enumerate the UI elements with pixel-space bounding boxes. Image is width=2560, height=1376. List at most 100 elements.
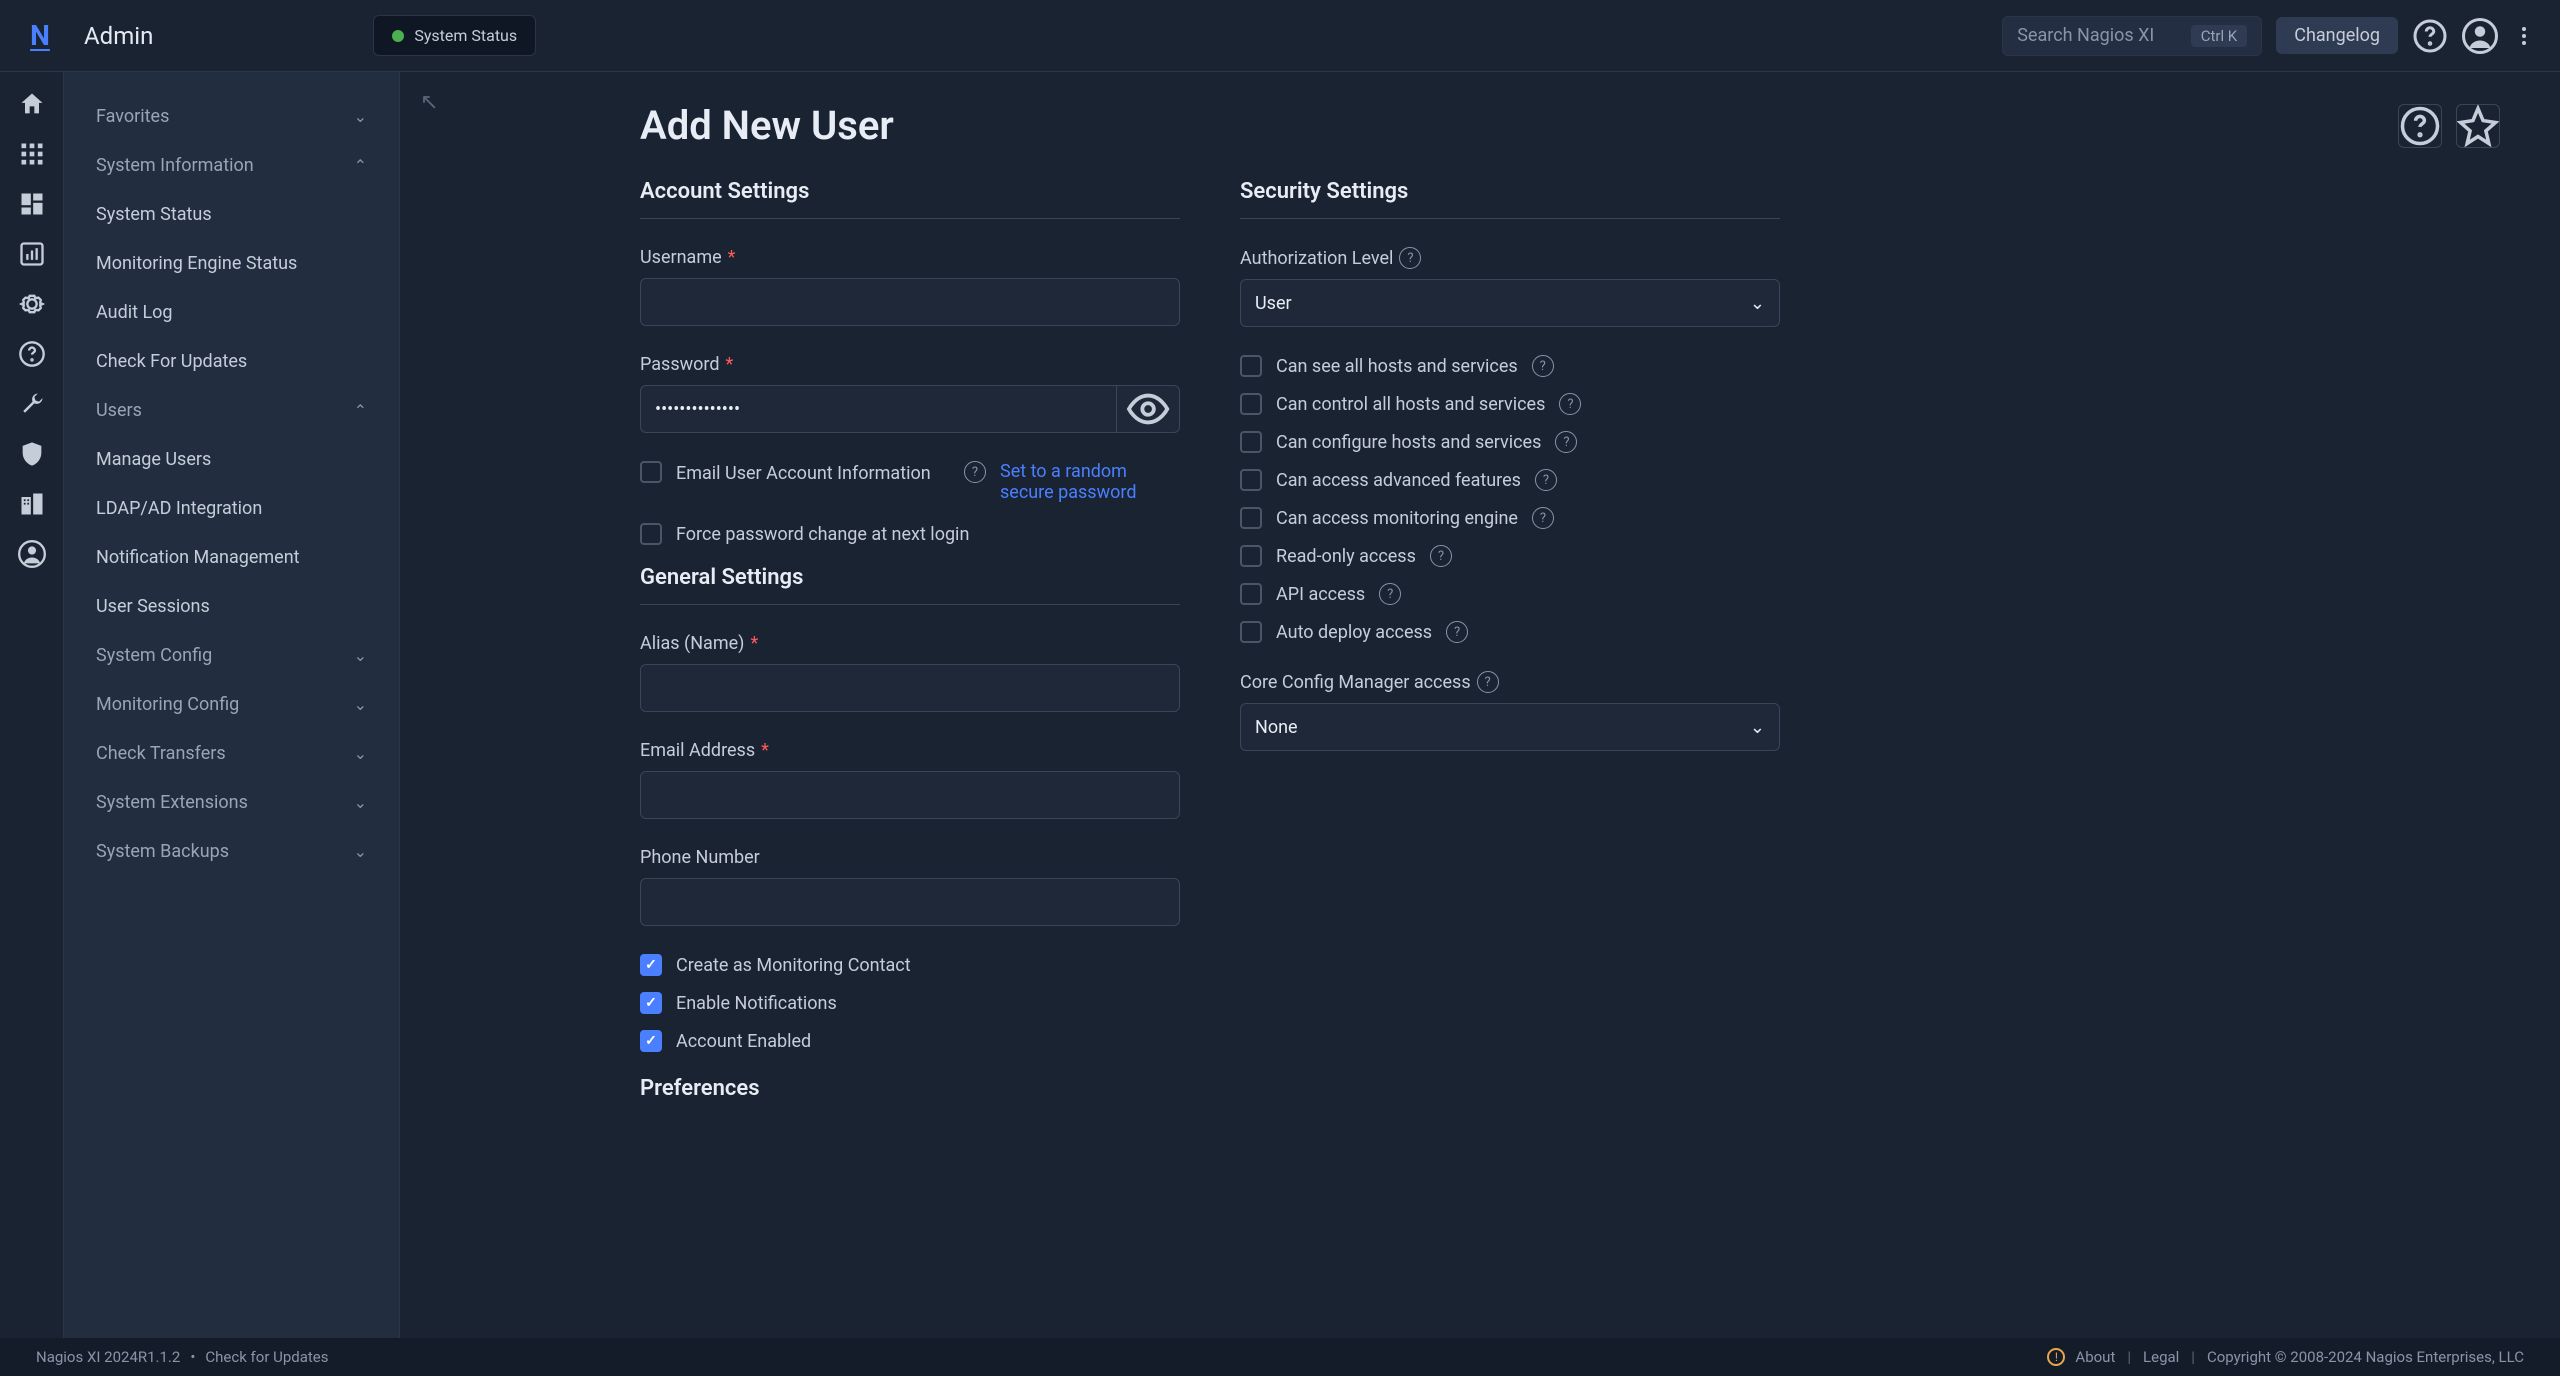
sidebar-group-check-transfers[interactable]: Check Transfers ⌄: [64, 729, 399, 778]
password-input[interactable]: [640, 385, 1117, 433]
question-icon[interactable]: [18, 340, 46, 368]
help-icon[interactable]: ?: [1535, 469, 1557, 491]
sidebar-group-label: System Extensions: [96, 792, 248, 813]
email-label: Email Address*: [640, 740, 1180, 761]
sidebar-group-monitoring-config[interactable]: Monitoring Config ⌄: [64, 680, 399, 729]
sidebar-item-ldap-ad[interactable]: LDAP/AD Integration: [64, 484, 399, 533]
more-icon[interactable]: [2512, 18, 2536, 54]
email-input[interactable]: [640, 771, 1180, 819]
auth-level-select[interactable]: User ⌄: [1240, 279, 1780, 327]
perm-readonly-checkbox[interactable]: [1240, 545, 1262, 567]
sidebar-item-manage-users[interactable]: Manage Users: [64, 435, 399, 484]
perm-see-all-checkbox[interactable]: [1240, 355, 1262, 377]
footer-check-updates-link[interactable]: Check for Updates: [205, 1348, 328, 1366]
help-icon[interactable]: ?: [1532, 355, 1554, 377]
sidebar-item-notification-management[interactable]: Notification Management: [64, 533, 399, 582]
perm-configure-checkbox[interactable]: [1240, 431, 1262, 453]
sidebar-group-favorites[interactable]: Favorites ⌄: [64, 92, 399, 141]
perm-auto-deploy-checkbox[interactable]: [1240, 621, 1262, 643]
changelog-button[interactable]: Changelog: [2276, 17, 2398, 54]
username-input[interactable]: [640, 278, 1180, 326]
sidebar-group-system-information[interactable]: System Information ⌃: [64, 141, 399, 190]
perm-auto-deploy-label: Auto deploy access: [1276, 622, 1432, 643]
auth-level-label: Authorization Level ?: [1240, 247, 1780, 269]
select-value: User: [1255, 293, 1292, 314]
warning-icon[interactable]: !: [2047, 1348, 2065, 1366]
help-icon[interactable]: ?: [1399, 247, 1421, 269]
sidebar-item-user-sessions[interactable]: User Sessions: [64, 582, 399, 631]
back-arrow-icon[interactable]: ↖: [420, 90, 438, 115]
select-value: None: [1255, 717, 1298, 738]
reports-icon[interactable]: [18, 240, 46, 268]
sidebar-group-label: Monitoring Config: [96, 694, 239, 715]
enable-notifications-checkbox[interactable]: [640, 992, 662, 1014]
perm-advanced-checkbox[interactable]: [1240, 469, 1262, 491]
user-icon[interactable]: [18, 540, 46, 568]
sidebar-group-label: Favorites: [96, 106, 169, 127]
sidebar-group-system-backups[interactable]: System Backups ⌄: [64, 827, 399, 876]
help-icon[interactable]: ?: [964, 461, 986, 483]
perm-api-label: API access: [1276, 584, 1365, 605]
chevron-down-icon: ⌄: [1750, 293, 1765, 314]
section-header-general: General Settings: [640, 565, 1180, 605]
favorite-button[interactable]: [2456, 104, 2500, 148]
sidebar-group-label: Users: [96, 400, 142, 421]
account-icon[interactable]: [2462, 18, 2498, 54]
logo[interactable]: N: [24, 20, 56, 52]
chevron-down-icon: ⌄: [354, 695, 367, 714]
help-icon[interactable]: [2412, 18, 2448, 54]
chevron-down-icon: ⌄: [354, 744, 367, 763]
sidebar-group-system-extensions[interactable]: System Extensions ⌄: [64, 778, 399, 827]
perm-readonly-label: Read-only access: [1276, 546, 1416, 567]
dashboard-icon[interactable]: [18, 190, 46, 218]
help-icon[interactable]: ?: [1379, 583, 1401, 605]
ccm-access-select[interactable]: None ⌄: [1240, 703, 1780, 751]
help-icon[interactable]: ?: [1430, 545, 1452, 567]
alias-label: Alias (Name)*: [640, 633, 1180, 654]
perm-api-checkbox[interactable]: [1240, 583, 1262, 605]
random-password-link[interactable]: Set to a random secure password: [1000, 461, 1180, 503]
footer-legal-link[interactable]: Legal: [2143, 1348, 2179, 1366]
sidebar-item-audit-log[interactable]: Audit Log: [64, 288, 399, 337]
search-input[interactable]: Search Nagios XI Ctrl K: [2002, 16, 2262, 56]
help-icon[interactable]: ?: [1555, 431, 1577, 453]
sidebar-item-monitoring-engine-status[interactable]: Monitoring Engine Status: [64, 239, 399, 288]
perm-monitoring-engine-checkbox[interactable]: [1240, 507, 1262, 529]
create-contact-checkbox[interactable]: [640, 954, 662, 976]
perm-see-all-label: Can see all hosts and services: [1276, 356, 1518, 377]
sidebar-group-system-config[interactable]: System Config ⌄: [64, 631, 399, 680]
sidebar-item-check-for-updates[interactable]: Check For Updates: [64, 337, 399, 386]
gear-icon[interactable]: [18, 290, 46, 318]
account-settings-column: Account Settings Username* Password* Ema…: [640, 179, 1180, 1143]
account-enabled-checkbox[interactable]: [640, 1030, 662, 1052]
sidebar-item-system-status[interactable]: System Status: [64, 190, 399, 239]
help-page-button[interactable]: [2398, 104, 2442, 148]
alias-input[interactable]: [640, 664, 1180, 712]
help-icon[interactable]: ?: [1477, 671, 1499, 693]
help-icon[interactable]: ?: [1532, 507, 1554, 529]
force-password-change-checkbox[interactable]: [640, 523, 662, 545]
perm-control-all-checkbox[interactable]: [1240, 393, 1262, 415]
system-status-pill[interactable]: System Status: [373, 15, 536, 56]
apps-icon[interactable]: [18, 140, 46, 168]
email-user-info-label: Email User Account Information: [676, 461, 950, 486]
email-user-info-checkbox[interactable]: [640, 461, 662, 483]
breadcrumb: Admin: [84, 22, 153, 50]
footer-about-link[interactable]: About: [2075, 1348, 2115, 1366]
sidebar-group-users[interactable]: Users ⌃: [64, 386, 399, 435]
sidebar: Favorites ⌄ System Information ⌃ System …: [64, 72, 400, 1338]
status-dot-icon: [392, 30, 404, 42]
toggle-password-visibility-button[interactable]: [1117, 385, 1180, 433]
footer-version: Nagios XI 2024R1.1.2: [36, 1348, 180, 1366]
home-icon[interactable]: [18, 90, 46, 118]
main-content: ↖ Add New User Account Settings Username…: [400, 72, 2560, 1338]
help-icon[interactable]: ?: [1446, 621, 1468, 643]
chevron-down-icon: ⌄: [354, 646, 367, 665]
phone-input[interactable]: [640, 878, 1180, 926]
perm-configure-label: Can configure hosts and services: [1276, 432, 1541, 453]
chevron-down-icon: ⌄: [354, 842, 367, 861]
shield-icon[interactable]: [18, 440, 46, 468]
help-icon[interactable]: ?: [1559, 393, 1581, 415]
enterprise-icon[interactable]: [18, 490, 46, 518]
wrench-icon[interactable]: [18, 390, 46, 418]
